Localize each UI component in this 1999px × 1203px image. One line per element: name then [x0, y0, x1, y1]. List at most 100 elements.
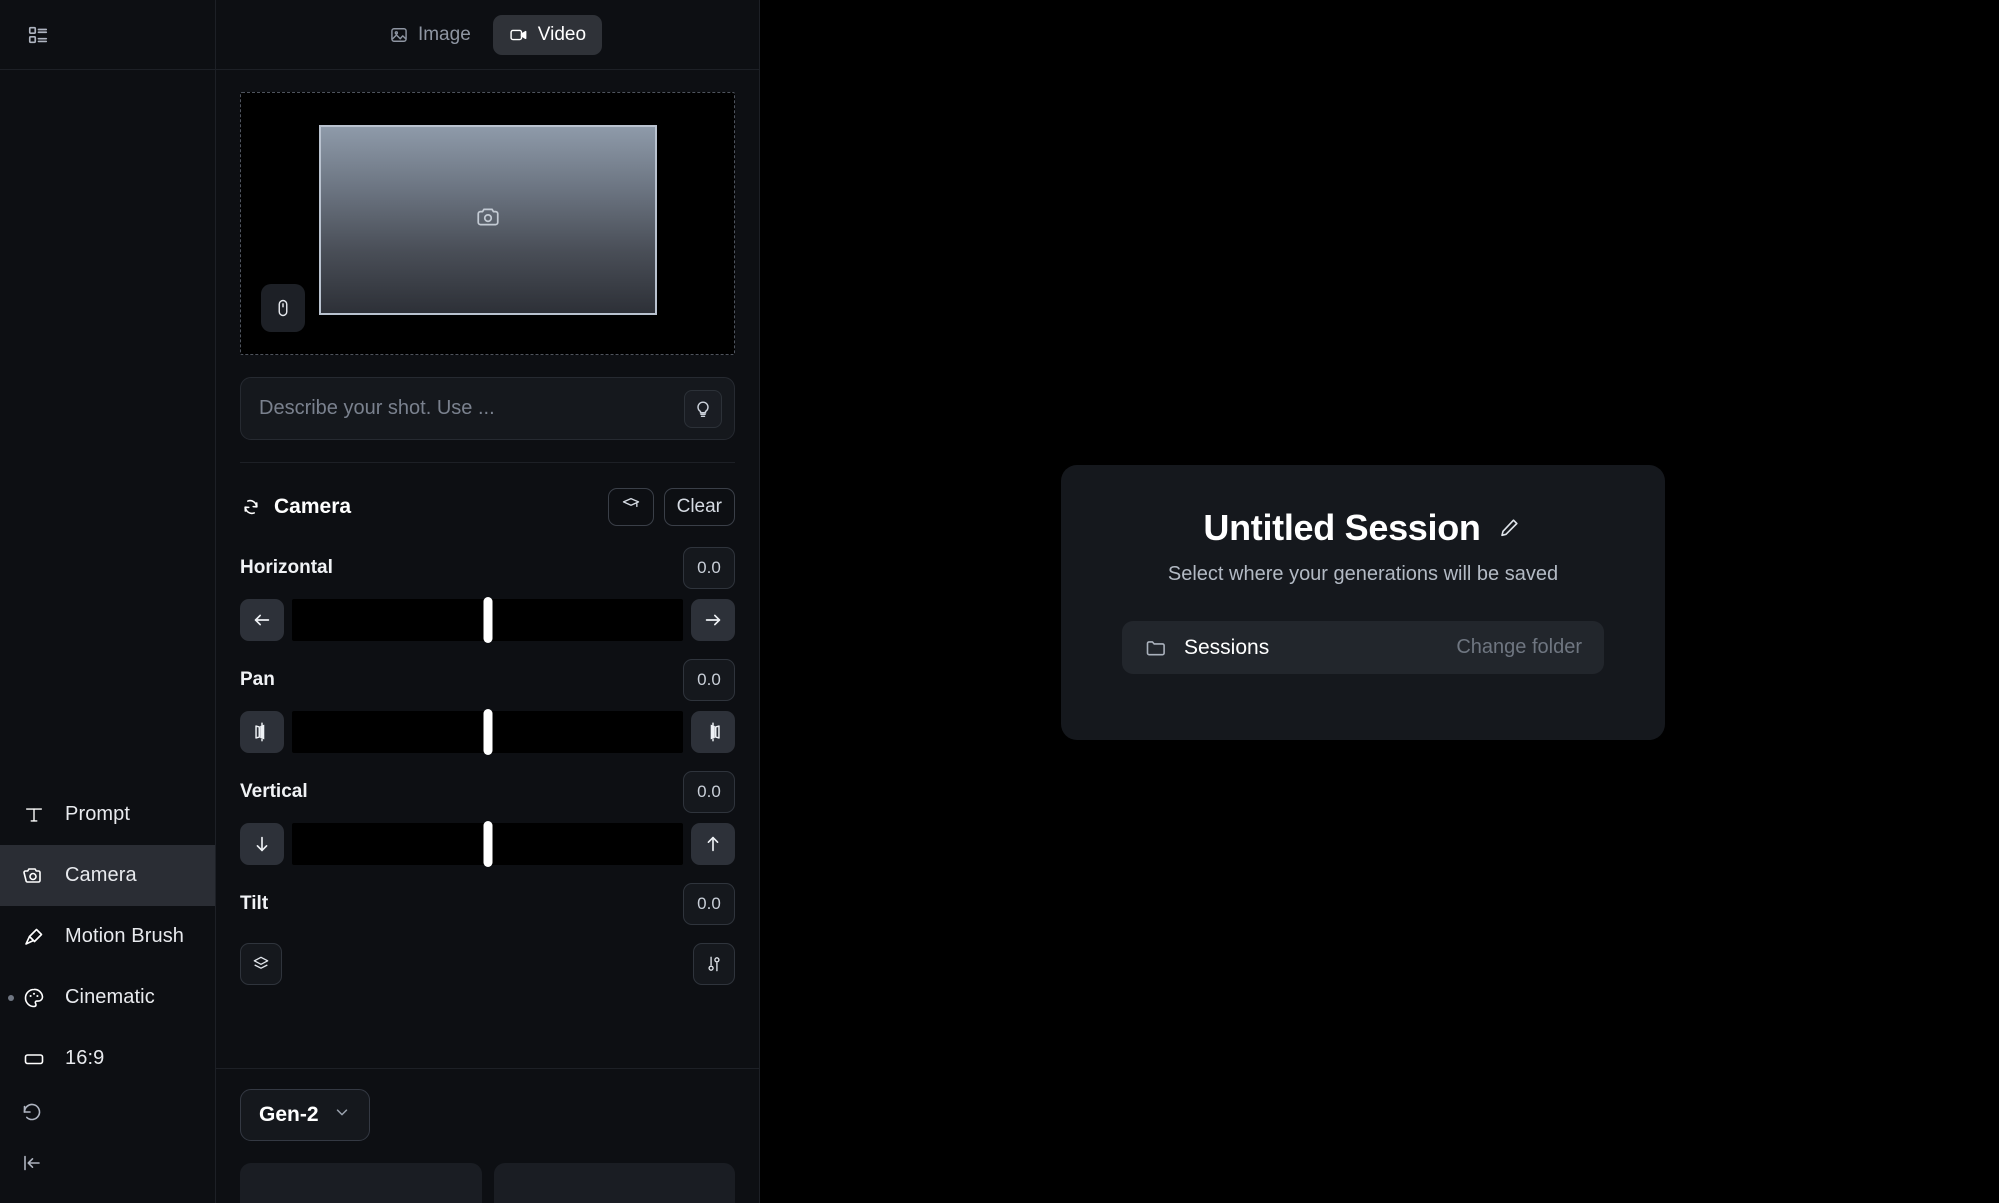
sidebar-item-label: Camera: [65, 864, 137, 886]
sidebar-item-cinematic[interactable]: Cinematic: [0, 967, 215, 1028]
arrow-left-icon[interactable]: [240, 599, 284, 641]
mouse-icon[interactable]: [261, 284, 305, 332]
collapse-icon[interactable]: [18, 1149, 46, 1177]
camera-section-header: Camera Clear: [240, 485, 735, 529]
rail-spacer: [0, 70, 215, 784]
model-selector[interactable]: Gen-2: [240, 1089, 370, 1141]
control-tilt: Tilt 0.0: [240, 883, 735, 985]
rail-footer: [0, 1099, 215, 1203]
control-value[interactable]: 0.0: [683, 883, 735, 925]
palette-icon: [20, 984, 48, 1012]
slider-pan[interactable]: [292, 709, 683, 755]
preview-dropzone[interactable]: [240, 92, 735, 355]
sidebar-item-aspect-ratio[interactable]: 16:9: [0, 1028, 215, 1089]
app-root: Prompt Camera Motion Brush Cinematic 16:…: [0, 0, 1999, 1203]
slider-row: [240, 597, 735, 643]
prompt-box: [240, 377, 735, 440]
folder-selector[interactable]: Sessions Change folder: [1122, 621, 1604, 674]
camera-icon: [20, 862, 48, 890]
footer-action-right[interactable]: [493, 1163, 735, 1203]
folder-icon: [1144, 636, 1168, 660]
control-value[interactable]: 0.0: [683, 771, 735, 813]
layers-icon[interactable]: [240, 943, 282, 985]
aspect-ratio-icon: [20, 1045, 48, 1073]
preview-section: [216, 70, 759, 355]
sidebar-item-label: Motion Brush: [65, 925, 185, 947]
control-label: Vertical: [240, 781, 308, 802]
camera-section-actions: Clear: [607, 488, 735, 526]
slider-row: [240, 821, 735, 867]
control-vertical: Vertical 0.0: [240, 771, 735, 867]
tab-video[interactable]: Video: [492, 14, 603, 55]
prompt-section: [216, 355, 759, 463]
rail-nav: Prompt Camera Motion Brush Cinematic 16:…: [0, 784, 215, 1099]
tab-image[interactable]: Image: [373, 15, 487, 55]
sidebar-item-label: 16:9: [65, 1047, 105, 1069]
rotate-left-icon[interactable]: [240, 711, 284, 753]
sliders-icon[interactable]: [693, 943, 735, 985]
slider-thumb[interactable]: [483, 709, 492, 755]
tool-panel: Image Video Describe your shot. Use ... …: [216, 0, 760, 1203]
sidebar-item-motion-brush[interactable]: Motion Brush: [0, 906, 215, 967]
rail-header: [0, 0, 215, 70]
session-title-row: Untitled Session: [1203, 507, 1522, 549]
control-value[interactable]: 0.0: [683, 547, 735, 589]
control-value[interactable]: 0.0: [683, 659, 735, 701]
status-dot: [8, 994, 14, 1001]
prompt-input[interactable]: [259, 397, 674, 420]
section-title: Camera: [240, 495, 351, 519]
camera-section: Camera Clear Horizontal 0.0 Pan 0.0 Vert…: [216, 463, 759, 985]
preview-thumbnail[interactable]: [318, 124, 657, 315]
session-subtitle: Select where your generations will be sa…: [1167, 563, 1559, 585]
brush-icon: [20, 923, 48, 951]
control-header: Vertical 0.0: [240, 771, 735, 813]
rotate-3d-icon: [240, 496, 262, 518]
pencil-icon[interactable]: [1495, 514, 1523, 542]
graduation-cap-icon: [621, 494, 641, 520]
control-label: Tilt: [240, 893, 269, 914]
control-header: Tilt 0.0: [240, 883, 735, 925]
control-header: Horizontal 0.0: [240, 547, 735, 589]
change-folder-button[interactable]: Change folder: [1456, 636, 1582, 659]
footer-action-left[interactable]: [240, 1163, 482, 1203]
arrow-up-icon[interactable]: [691, 823, 735, 865]
footer-actions: [240, 1163, 735, 1203]
tab-label: Video: [537, 23, 587, 45]
arrow-down-icon[interactable]: [240, 823, 284, 865]
image-icon: [389, 25, 409, 45]
camera-icon: [475, 204, 501, 235]
tilt-row: [240, 943, 735, 985]
learn-button[interactable]: [607, 488, 654, 526]
clear-button[interactable]: Clear: [663, 488, 735, 526]
control-horizontal: Horizontal 0.0: [240, 547, 735, 643]
sidebar-item-camera[interactable]: Camera: [0, 845, 215, 906]
mode-tab-bar: Image Video: [216, 0, 759, 70]
canvas-area: Untitled Session Select where your gener…: [760, 0, 1999, 1203]
tab-label: Image: [417, 23, 471, 45]
model-label: Gen-2: [259, 1103, 319, 1126]
left-rail: Prompt Camera Motion Brush Cinematic 16:…: [0, 0, 216, 1203]
control-label: Horizontal: [240, 557, 333, 578]
sidebar-item-prompt[interactable]: Prompt: [0, 784, 215, 845]
slider-vertical[interactable]: [292, 821, 683, 867]
slider-row: [240, 709, 735, 755]
list-view-icon[interactable]: [18, 15, 58, 55]
control-label: Pan: [240, 669, 275, 690]
session-card: Untitled Session Select where your gener…: [1061, 465, 1665, 740]
camera-title-label: Camera: [274, 495, 352, 518]
reset-icon[interactable]: [18, 1099, 46, 1127]
arrow-right-icon[interactable]: [691, 599, 735, 641]
slider-horizontal[interactable]: [292, 597, 683, 643]
lightbulb-icon[interactable]: [684, 389, 722, 428]
sidebar-item-label: Cinematic: [65, 986, 155, 1008]
sidebar-item-label: Prompt: [65, 803, 131, 825]
slider-thumb[interactable]: [483, 597, 492, 643]
slider-thumb[interactable]: [483, 821, 492, 867]
panel-body: Camera Clear: [216, 70, 759, 1068]
control-header: Pan 0.0: [240, 659, 735, 701]
chevron-down-icon: [333, 1103, 351, 1127]
rotate-right-icon[interactable]: [691, 711, 735, 753]
panel-footer: Gen-2: [216, 1068, 759, 1203]
folder-name: Sessions: [1184, 635, 1270, 659]
video-icon: [509, 25, 529, 45]
